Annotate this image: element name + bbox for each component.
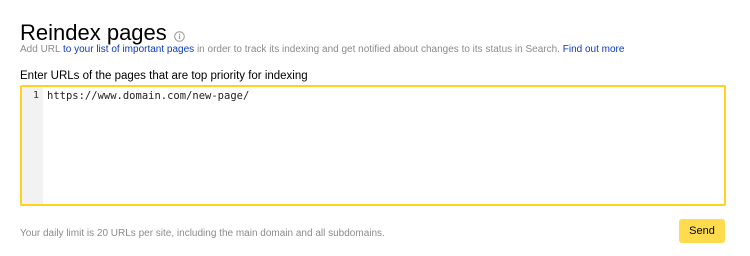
important-pages-link[interactable]: to your list of important pages [63,44,194,55]
description-text-start: Add URL [20,44,63,55]
page-description: Add URL to your list of important pages … [20,43,624,57]
info-circle-icon[interactable] [173,29,185,42]
line-number: 1 [32,90,39,101]
url-line[interactable]: https://www.domain.com/new-page/ [47,90,249,102]
urls-editor[interactable]: 1 https://www.domain.com/new-page/ [20,85,726,206]
line-number-gutter: 1 [22,87,43,204]
daily-limit-note: Your daily limit is 20 URLs per site, in… [20,228,385,239]
reindex-pages-panel: Reindex pages Add URL to your list of im… [20,0,726,256]
urls-field-label: Enter URLs of the pages that are top pri… [20,70,308,82]
send-button[interactable]: Send [679,219,725,243]
find-out-more-link[interactable]: Find out more [563,44,625,55]
resize-handle-icon[interactable] [717,197,723,203]
description-text-middle: in order to track its indexing and get n… [194,44,563,55]
